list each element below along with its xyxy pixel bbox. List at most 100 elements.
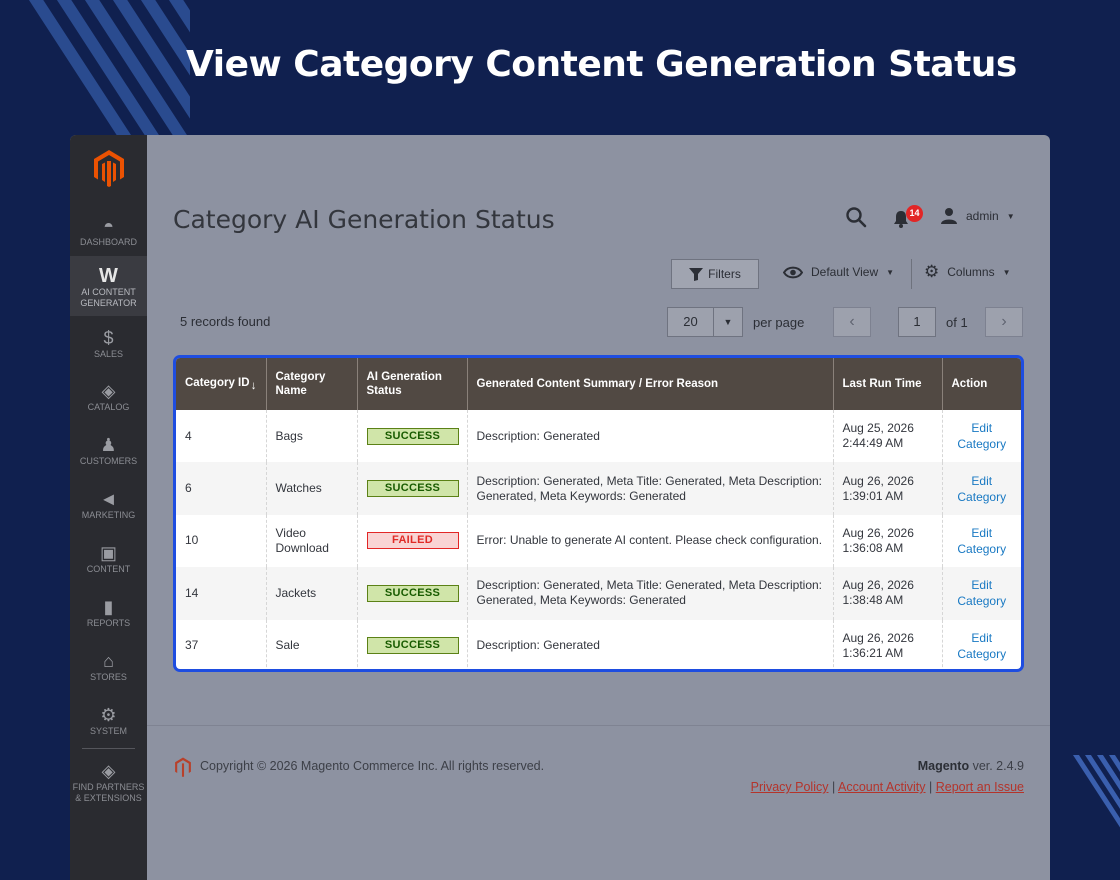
speedometer-icon: ◓ <box>103 216 114 236</box>
last-run-time-cell: Aug 26, 2026 1:36:21 AM <box>833 619 943 669</box>
status-badge: SUCCESS <box>366 427 459 445</box>
sidebar-item-label: AI CONTENT GENERATOR <box>80 287 137 308</box>
status-badge: SUCCESS <box>366 480 459 498</box>
summary-cell: Error: Unable to generate AI content. Pl… <box>467 514 834 568</box>
chevron-down-icon[interactable]: ▼ <box>714 308 742 336</box>
gear-icon: ⚙ <box>100 705 117 725</box>
edit-category-link[interactable]: Edit Category <box>952 577 1013 609</box>
edit-category-link[interactable]: Edit Category <box>952 420 1013 452</box>
table-row: 6 Watches SUCCESS Description: Generated, M… <box>176 462 1021 515</box>
sidebar-item-reports[interactable]: ▮ REPORTS <box>70 593 147 635</box>
dollar-icon: $ <box>103 328 114 348</box>
sidebar-item-catalog[interactable]: ◈ CATALOG <box>70 377 147 419</box>
page-count: of 1 <box>946 315 968 330</box>
previous-page-button[interactable]: ‹ <box>833 307 871 337</box>
category-id-cell: 10 <box>176 514 267 568</box>
decorative-stripes-bottom <box>1050 755 1120 845</box>
sidebar-item-label: CATALOG <box>87 402 130 412</box>
status-badge: SUCCESS <box>366 584 459 602</box>
sidebar-item-content[interactable]: ▣ CONTENT <box>70 539 147 581</box>
sidebar-item-dashboard[interactable]: ◓ DASHBOARD <box>70 212 147 254</box>
magento-footer-logo-icon <box>175 757 191 777</box>
box-icon: ◈ <box>101 381 116 401</box>
action-cell: Edit Category <box>942 462 1021 515</box>
sidebar-item-sales[interactable]: $ SALES <box>70 324 147 366</box>
default-view-label: Default View <box>811 265 879 279</box>
action-cell: Edit Category <box>942 567 1021 620</box>
column-header-last-run-time[interactable]: Last Run Time <box>833 358 943 410</box>
next-page-button[interactable]: › <box>985 307 1023 337</box>
edit-category-link[interactable]: Edit Category <box>952 630 1013 662</box>
filters-label: Filters <box>708 267 741 281</box>
action-cell: Edit Category <box>942 620 1021 669</box>
sidebar-item-customers[interactable]: ♟ CUSTOMERS <box>70 431 147 473</box>
storefront-icon: ⌂ <box>103 651 114 671</box>
filters-button[interactable]: Filters <box>671 259 759 289</box>
privacy-policy-link[interactable]: Privacy Policy <box>751 780 829 794</box>
per-page-select[interactable]: 20 ▼ <box>667 307 743 337</box>
edit-category-link[interactable]: Edit Category <box>952 525 1013 557</box>
main-content: Category AI Generation Status 14 admin ▼… <box>147 135 1050 880</box>
per-page-value: 20 <box>668 308 714 336</box>
status-cell: SUCCESS <box>357 567 468 620</box>
sidebar-item-label: SYSTEM <box>89 726 127 736</box>
cube-icon: ◈ <box>101 761 116 781</box>
admin-user-menu[interactable]: admin ▼ <box>940 207 1015 225</box>
footer-divider <box>147 725 1050 726</box>
last-run-time-cell: Aug 26, 2026 1:39:01 AM <box>833 462 943 515</box>
column-header-ai-status[interactable]: AI Generation Status <box>357 358 468 410</box>
status-grid: ↓ Category ID Category Name AI Generation… <box>173 355 1024 672</box>
notification-count-badge: 14 <box>906 205 923 222</box>
magento-logo-icon[interactable] <box>92 149 126 187</box>
user-icon <box>941 208 957 224</box>
chevron-down-icon: ▼ <box>1002 267 1011 277</box>
status-badge: FAILED <box>366 532 459 550</box>
chevron-down-icon: ▼ <box>1006 211 1015 221</box>
notifications-button[interactable]: 14 <box>893 205 923 231</box>
sidebar-item-find-partners[interactable]: ◈ FIND PARTNERS & EXTENSIONS <box>70 757 147 803</box>
sidebar-separator <box>82 748 135 749</box>
action-cell: Edit Category <box>942 515 1021 567</box>
column-header-category-id[interactable]: ↓ Category ID <box>176 358 267 410</box>
sidebar-item-label: CONTENT <box>86 564 131 574</box>
admin-window: ◓ DASHBOARD W AI CONTENT GENERATOR $ SALES ◈ CA… <box>70 135 1050 880</box>
status-cell: SUCCESS <box>357 619 468 669</box>
status-cell: SUCCESS <box>357 410 468 463</box>
chevron-left-icon: ‹ <box>849 313 855 330</box>
column-header-category-name[interactable]: Category Name <box>266 358 358 410</box>
sidebar-item-ai-content-generator[interactable]: W AI CONTENT GENERATOR <box>70 256 147 316</box>
gear-icon: ⚙ <box>924 262 940 281</box>
column-header-action: Action <box>942 358 1021 410</box>
summary-cell: Description: Generated, Meta Title: Gene… <box>467 567 834 620</box>
category-name-cell: Bags <box>266 410 358 463</box>
summary-cell: Description: Generated <box>467 619 834 669</box>
chevron-right-icon: › <box>1001 313 1007 330</box>
last-run-time-cell: Aug 26, 2026 1:38:48 AM <box>833 567 943 620</box>
sort-arrow-down-icon: ↓ <box>250 379 257 392</box>
last-run-time-cell: Aug 26, 2026 1:36:08 AM <box>833 514 943 568</box>
sidebar-item-system[interactable]: ⚙ SYSTEM <box>70 701 147 743</box>
columns-dropdown[interactable]: ⚙ Columns ▼ <box>924 262 1011 281</box>
megaphone-icon: ◄ <box>99 489 118 509</box>
category-name-cell: Sale <box>266 619 358 669</box>
report-issue-link[interactable]: Report an Issue <box>936 780 1024 794</box>
search-icon[interactable] <box>844 205 868 229</box>
edit-category-link[interactable]: Edit Category <box>952 473 1013 505</box>
page-number-input[interactable]: 1 <box>898 307 936 337</box>
filter-funnel-icon <box>689 267 704 281</box>
category-id-cell: 14 <box>176 567 267 620</box>
category-id-cell: 6 <box>176 462 267 515</box>
category-id-cell: 37 <box>176 619 267 669</box>
sidebar-item-label: SALES <box>93 349 124 359</box>
category-name-cell: Jackets <box>266 567 358 620</box>
per-page-label: per page <box>753 315 805 330</box>
account-activity-link[interactable]: Account Activity <box>838 780 926 794</box>
sidebar-item-stores[interactable]: ⌂ STORES <box>70 647 147 689</box>
sidebar-item-label: CUSTOMERS <box>79 456 138 466</box>
status-badge: SUCCESS <box>366 637 459 655</box>
page-title: Category AI Generation Status <box>173 205 555 234</box>
column-header-summary[interactable]: Generated Content Summary / Error Reason <box>467 358 834 410</box>
default-view-dropdown[interactable]: Default View ▼ <box>783 265 894 279</box>
action-cell: Edit Category <box>942 410 1021 462</box>
sidebar-item-marketing[interactable]: ◄ MARKETING <box>70 485 147 527</box>
